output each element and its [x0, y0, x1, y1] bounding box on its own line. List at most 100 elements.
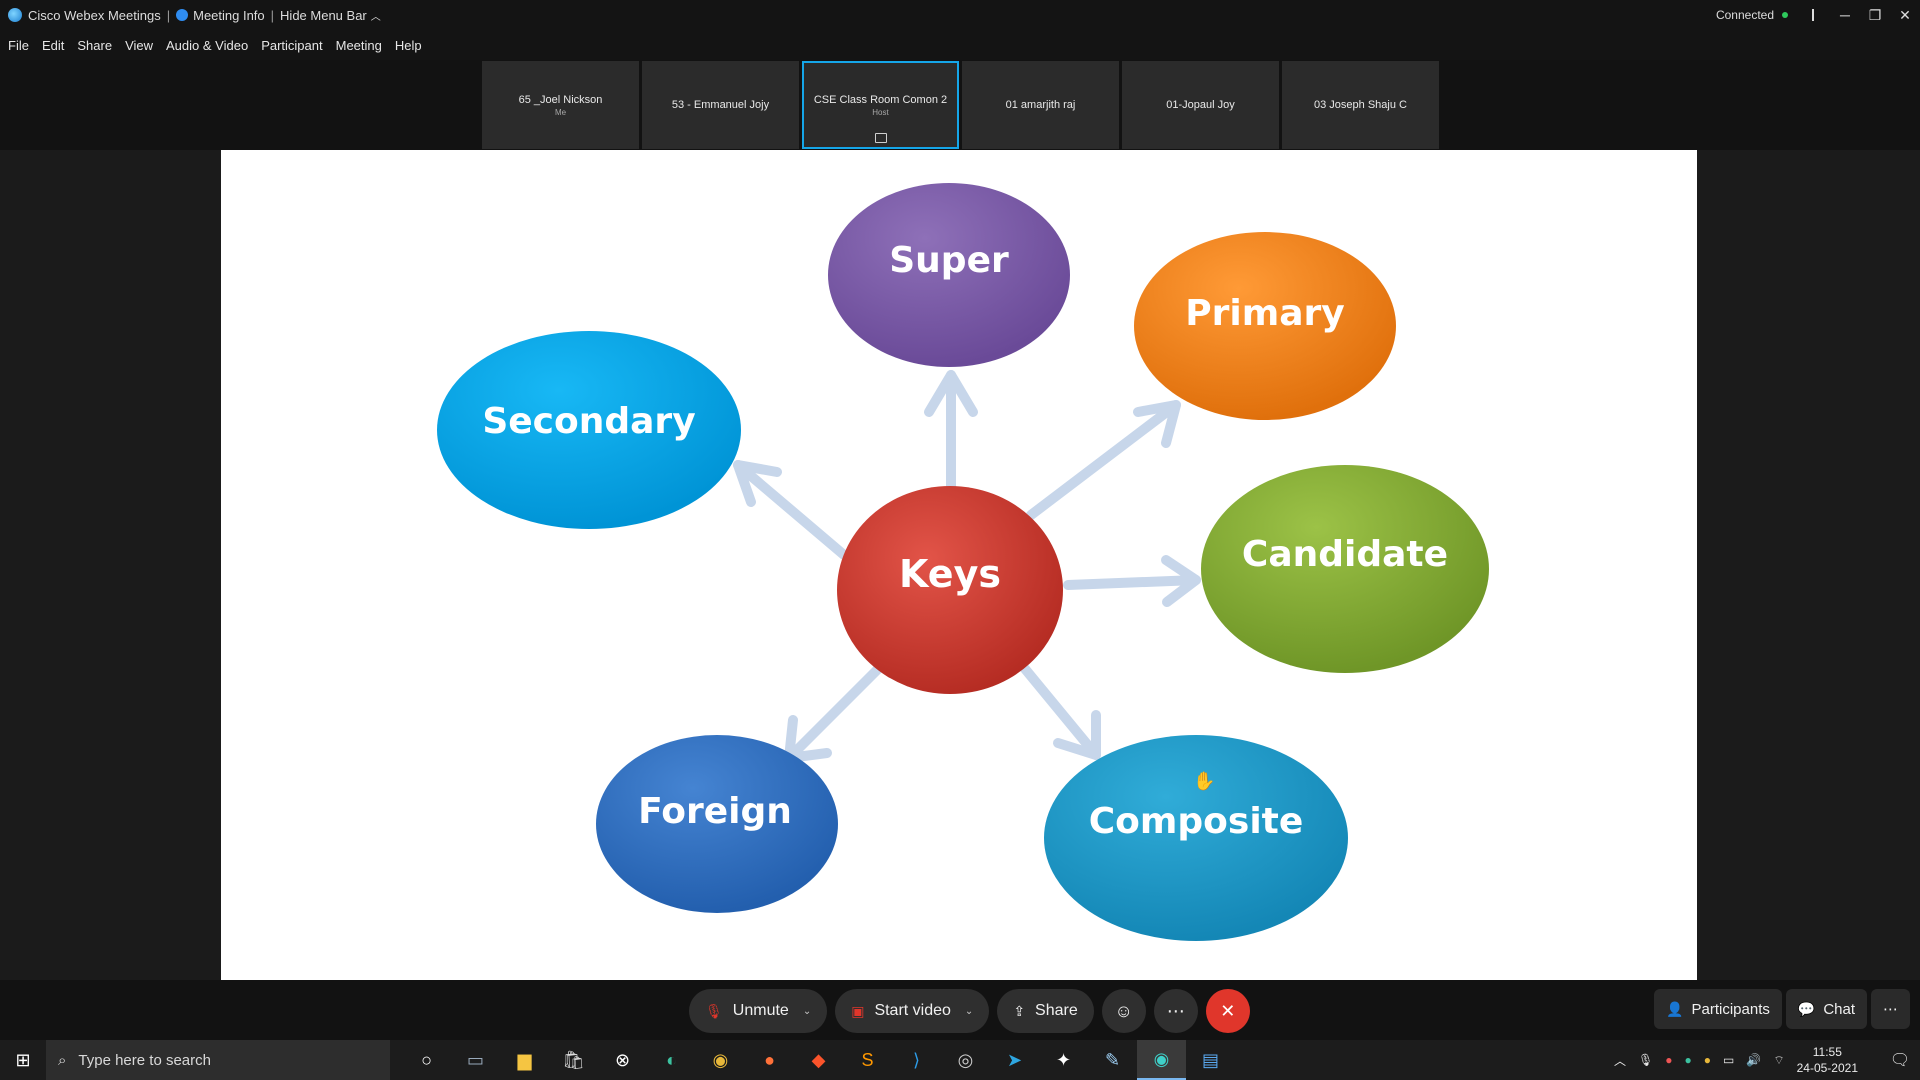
unmute-button[interactable]: 🎙 Unmute ⌄ [689, 989, 828, 1033]
label-primary: Primary [1185, 293, 1345, 334]
edge-icon[interactable]: ◐ [647, 1040, 696, 1080]
participant-tile-active[interactable]: CSE Class Room Comon 2 Host [802, 61, 959, 149]
start-video-label: Start video [874, 1002, 951, 1019]
meeting-controls: 🎙 Unmute ⌄ ▣ Start video ⌄ ⇪ Share ☺ ⋯ ✕… [0, 980, 1920, 1033]
participant-role: Me [554, 107, 567, 117]
participant-name: 53 - Emmanuel Jojy [671, 99, 770, 111]
participant-role: Host [872, 107, 889, 117]
arrow-secondary [733, 460, 849, 560]
clock[interactable]: 11:55 24-05-2021 [1797, 1044, 1858, 1076]
hand-cursor-icon: ✋ [1193, 770, 1215, 792]
info-icon [176, 9, 189, 21]
wifi-icon[interactable]: ⌔ [1773, 1053, 1784, 1068]
firefox-icon[interactable]: ● [745, 1040, 794, 1080]
participant-tile[interactable]: 03 Joseph Shaju C [1282, 61, 1439, 149]
participant-name: 01-Jopaul Joy [1166, 99, 1235, 111]
participant-tile[interactable]: 65 _Joel Nickson Me [482, 61, 639, 149]
system-tray: ︿ 🎙 ● ● ● ▭ 🔊 ⌔ 11:55 24-05-2021 🗨 [1614, 1040, 1920, 1080]
leave-meeting-button[interactable]: ✕ [1205, 989, 1250, 1033]
xbox-icon[interactable]: ⊗ [598, 1040, 647, 1080]
search-placeholder: Type here to search [78, 1051, 211, 1069]
menu-audio-video[interactable]: Audio & Video [166, 38, 248, 53]
ellipsis-icon: ⋯ [1166, 1000, 1185, 1021]
start-video-button[interactable]: ▣ Start video ⌄ [835, 989, 990, 1033]
shared-content-area: Super Primary Secondary Candidate Keys F… [0, 150, 1920, 980]
participant-name: 65 _Joel Nickson [518, 93, 603, 106]
telegram-icon[interactable]: ➤ [990, 1040, 1039, 1080]
task-view-icon[interactable]: ▭ [451, 1040, 500, 1080]
participant-tile[interactable]: 53 - Emmanuel Jojy [642, 61, 799, 149]
file-explorer-icon[interactable]: ▆ [500, 1040, 549, 1080]
app-icon[interactable]: ✦ [1039, 1040, 1088, 1080]
restore-button[interactable]: ❐ [1860, 0, 1890, 30]
menu-bar: File Edit Share View Audio & Video Parti… [0, 30, 1920, 60]
volume-icon[interactable]: 🔊 [1746, 1053, 1761, 1067]
webex-logo-icon [8, 8, 22, 22]
tray-app-icon[interactable]: ● [1665, 1053, 1672, 1067]
window-icon[interactable]: ▤ [1186, 1040, 1235, 1080]
taskbar: ⊞ ⌕ Type here to search ○ ▭ ▆ 🛍 ⊗ ◐ ◉ ● … [0, 1040, 1920, 1080]
notification-icon[interactable]: 🗨 [1880, 1050, 1920, 1070]
cortana-icon[interactable]: ○ [402, 1040, 451, 1080]
chat-label: Chat [1823, 1000, 1855, 1018]
camera-off-icon: ▣ [851, 1002, 865, 1019]
shared-slide: Super Primary Secondary Candidate Keys F… [221, 150, 1697, 980]
share-button[interactable]: ⇪ Share [997, 989, 1094, 1033]
participant-strip: 65 _Joel Nickson Me 53 - Emmanuel Jojy C… [482, 61, 1439, 149]
chrome-icon[interactable]: ◉ [696, 1040, 745, 1080]
store-icon[interactable]: 🛍 [549, 1040, 598, 1080]
label-keys: Keys [899, 552, 1001, 596]
unmute-label: Unmute [732, 1002, 789, 1019]
chevron-up-icon: ︿ [370, 11, 381, 23]
chat-button[interactable]: 💬 Chat [1785, 989, 1867, 1029]
menu-participant[interactable]: Participant [261, 38, 322, 53]
windows-start-icon[interactable]: ⊞ [0, 1040, 46, 1080]
chevron-down-icon[interactable]: ⌄ [965, 1006, 973, 1017]
mic-muted-icon: 🎙 [705, 1002, 723, 1019]
microphone-icon[interactable]: 🎙 [1638, 1053, 1653, 1067]
label-foreign: Foreign [638, 791, 792, 832]
webex-taskbar-icon[interactable]: ◉ [1137, 1040, 1186, 1080]
notes-icon[interactable]: ✎ [1088, 1040, 1137, 1080]
menu-view[interactable]: View [125, 38, 153, 53]
app-title: Cisco Webex Meetings [28, 7, 161, 23]
connection-status: Connected [1715, 8, 1774, 22]
close-window-button[interactable]: ✕ [1890, 0, 1920, 30]
participant-tile[interactable]: 01 amarjith raj [962, 61, 1119, 149]
title-bar: Cisco Webex Meetings | Meeting Info | Hi… [0, 0, 1920, 30]
tray-app-icon[interactable]: ● [1685, 1053, 1692, 1067]
reactions-button[interactable]: ☺ [1101, 989, 1146, 1033]
search-icon: ⌕ [58, 1051, 67, 1069]
meeting-info-label: Meeting Info [193, 7, 265, 23]
more-options-button[interactable]: ⋯ [1153, 989, 1198, 1033]
tray-app-icon[interactable]: ● [1704, 1053, 1711, 1067]
hide-menu-bar-button[interactable]: Hide Menu Bar ︿ [280, 8, 381, 23]
chevron-up-icon[interactable]: ︿ [1614, 1052, 1626, 1069]
title-divider [1812, 9, 1814, 21]
sublime-icon[interactable]: S [843, 1040, 892, 1080]
obs-icon[interactable]: ◎ [941, 1040, 990, 1080]
smiley-icon: ☺ [1114, 1000, 1133, 1021]
status-dot-icon [1782, 12, 1788, 18]
menu-share[interactable]: Share [77, 38, 112, 53]
taskbar-search-box[interactable]: ⌕ Type here to search [46, 1040, 390, 1080]
menu-file[interactable]: File [8, 38, 29, 53]
menu-meeting[interactable]: Meeting [336, 38, 382, 53]
brave-icon[interactable]: ◆ [794, 1040, 843, 1080]
battery-icon[interactable]: ▭ [1723, 1053, 1734, 1067]
clock-time: 11:55 [1812, 1045, 1842, 1059]
participant-tile[interactable]: 01-Jopaul Joy [1122, 61, 1279, 149]
chevron-down-icon[interactable]: ⌄ [803, 1006, 811, 1017]
minimize-button[interactable]: ─ [1830, 0, 1860, 30]
participants-button[interactable]: 👤 Participants [1654, 989, 1782, 1029]
menu-help[interactable]: Help [395, 38, 422, 53]
share-icon: ⇪ [1013, 1002, 1026, 1019]
panel-options-button[interactable]: ⋯ [1871, 989, 1910, 1029]
menu-edit[interactable]: Edit [42, 38, 64, 53]
participant-name: 01 amarjith raj [1005, 99, 1076, 111]
share-label: Share [1035, 1002, 1078, 1019]
vscode-icon[interactable]: ⟩ [892, 1040, 941, 1080]
label-candidate: Candidate [1242, 534, 1448, 575]
label-super: Super [889, 240, 1009, 281]
meeting-info-link[interactable]: Meeting Info [176, 8, 265, 23]
